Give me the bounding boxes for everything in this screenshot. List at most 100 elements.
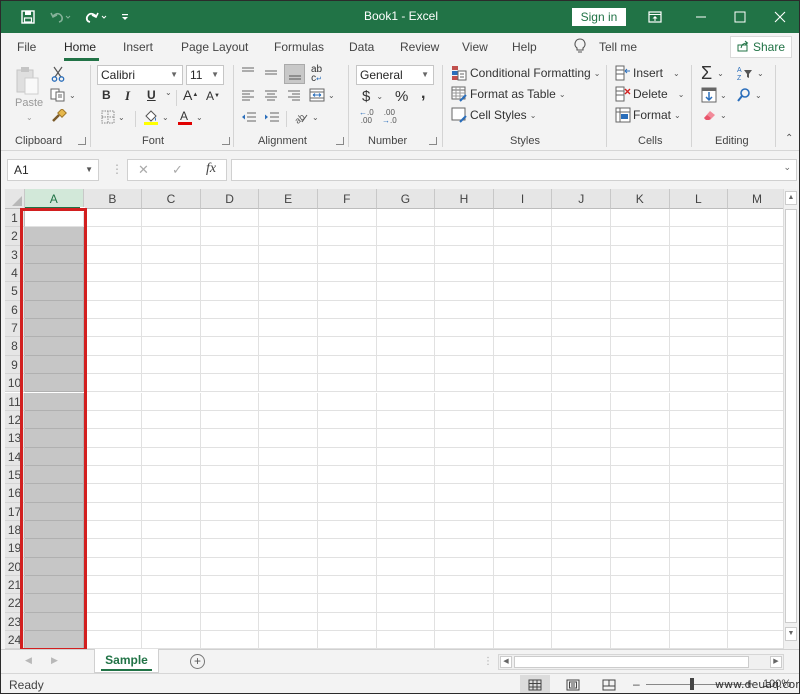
cell-m8[interactable] bbox=[728, 337, 787, 356]
normal-view-button[interactable] bbox=[520, 675, 550, 693]
cell-h21[interactable] bbox=[435, 576, 494, 595]
cell-e12[interactable] bbox=[259, 410, 318, 430]
cell-f23[interactable] bbox=[318, 612, 377, 632]
cell-e15[interactable] bbox=[259, 465, 318, 485]
cell-l6[interactable] bbox=[669, 300, 729, 320]
cell-j17[interactable] bbox=[552, 502, 611, 521]
select-all-button[interactable] bbox=[5, 189, 25, 209]
cell-i16[interactable] bbox=[493, 484, 553, 503]
cell-d14[interactable] bbox=[200, 447, 260, 466]
cell-b10[interactable] bbox=[83, 374, 143, 393]
row-header-14[interactable]: 14 bbox=[5, 447, 25, 466]
cell-m1[interactable] bbox=[728, 209, 787, 228]
cell-c14[interactable] bbox=[142, 447, 201, 466]
cell-m18[interactable] bbox=[728, 520, 787, 540]
cell-f22[interactable] bbox=[318, 594, 377, 613]
cell-b21[interactable] bbox=[83, 576, 143, 595]
column-header-k[interactable]: K bbox=[611, 189, 670, 209]
cell-d5[interactable] bbox=[200, 282, 260, 301]
cell-i1[interactable] bbox=[493, 209, 553, 228]
close-icon[interactable] bbox=[757, 1, 799, 33]
cell-k15[interactable] bbox=[611, 465, 670, 485]
find-select-button[interactable]: ⌄ bbox=[736, 87, 762, 103]
cell-h16[interactable] bbox=[435, 484, 494, 503]
cell-k19[interactable] bbox=[611, 539, 670, 558]
cell-l17[interactable] bbox=[669, 502, 729, 521]
cell-k12[interactable] bbox=[611, 410, 670, 430]
cell-i9[interactable] bbox=[493, 355, 553, 375]
cell-m17[interactable] bbox=[728, 502, 787, 521]
cell-m24[interactable] bbox=[728, 631, 787, 650]
italic-button[interactable]: I bbox=[125, 88, 130, 104]
cell-k4[interactable] bbox=[611, 264, 670, 283]
cell-f10[interactable] bbox=[318, 374, 377, 393]
cell-h12[interactable] bbox=[435, 410, 494, 430]
cell-h13[interactable] bbox=[435, 429, 494, 448]
cell-k16[interactable] bbox=[611, 484, 670, 503]
cell-c23[interactable] bbox=[142, 612, 201, 632]
cell-m9[interactable] bbox=[728, 355, 787, 375]
cell-h4[interactable] bbox=[435, 264, 494, 283]
cell-k14[interactable] bbox=[611, 447, 670, 466]
row-header-22[interactable]: 22 bbox=[5, 594, 25, 613]
cell-g2[interactable] bbox=[376, 227, 436, 246]
column-header-i[interactable]: I bbox=[493, 189, 553, 209]
cell-c5[interactable] bbox=[142, 282, 201, 301]
cell-h18[interactable] bbox=[435, 520, 494, 540]
column-header-m[interactable]: M bbox=[728, 189, 787, 209]
cell-e10[interactable] bbox=[259, 374, 318, 393]
cell-i5[interactable] bbox=[493, 282, 553, 301]
cell-j19[interactable] bbox=[552, 539, 611, 558]
cell-f17[interactable] bbox=[318, 502, 377, 521]
cell-j14[interactable] bbox=[552, 447, 611, 466]
decrease-indent-icon[interactable] bbox=[241, 111, 257, 123]
cell-i21[interactable] bbox=[493, 576, 553, 595]
column-header-a[interactable]: A bbox=[25, 189, 84, 209]
cell-j3[interactable] bbox=[552, 245, 611, 265]
cell-c18[interactable] bbox=[142, 520, 201, 540]
cell-f7[interactable] bbox=[318, 319, 377, 338]
save-icon[interactable] bbox=[19, 8, 37, 26]
cell-l12[interactable] bbox=[669, 410, 729, 430]
cell-e22[interactable] bbox=[259, 594, 318, 613]
increase-indent-icon[interactable] bbox=[264, 111, 280, 123]
cell-a6[interactable] bbox=[25, 300, 84, 320]
cell-g21[interactable] bbox=[376, 576, 436, 595]
cell-c3[interactable] bbox=[142, 245, 201, 265]
cell-b24[interactable] bbox=[83, 631, 143, 650]
alignment-launcher-icon[interactable] bbox=[336, 137, 344, 145]
column-header-g[interactable]: G bbox=[376, 189, 436, 209]
cell-g18[interactable] bbox=[376, 520, 436, 540]
row-header-18[interactable]: 18 bbox=[5, 520, 25, 540]
cell-b4[interactable] bbox=[83, 264, 143, 283]
autosum-button[interactable]: Σ ⌄ bbox=[701, 63, 724, 84]
cell-a7[interactable] bbox=[25, 319, 84, 338]
cell-d1[interactable] bbox=[200, 209, 260, 228]
cell-e2[interactable] bbox=[259, 227, 318, 246]
cell-f8[interactable] bbox=[318, 337, 377, 356]
cell-l21[interactable] bbox=[669, 576, 729, 595]
number-launcher-icon[interactable] bbox=[429, 137, 437, 145]
cell-i20[interactable] bbox=[493, 557, 553, 576]
expand-formula-bar-icon[interactable]: ⌄ bbox=[783, 162, 791, 173]
cell-c20[interactable] bbox=[142, 557, 201, 576]
cell-b9[interactable] bbox=[83, 355, 143, 375]
cell-k9[interactable] bbox=[611, 355, 670, 375]
tab-page-layout[interactable]: Page Layout bbox=[181, 40, 248, 54]
worksheet-grid[interactable]: A B C D E F G H I J K L M 1 2 3 4 5 6 7 8 9 10 11 12 13 14 15 16 17 18… bbox=[5, 189, 797, 650]
tab-help[interactable]: Help bbox=[512, 40, 537, 54]
tab-review[interactable]: Review bbox=[400, 40, 439, 54]
cell-h20[interactable] bbox=[435, 557, 494, 576]
cell-m11[interactable] bbox=[728, 392, 787, 411]
cell-g8[interactable] bbox=[376, 337, 436, 356]
cell-c8[interactable] bbox=[142, 337, 201, 356]
cell-d22[interactable] bbox=[200, 594, 260, 613]
cell-l7[interactable] bbox=[669, 319, 729, 338]
cell-g23[interactable] bbox=[376, 612, 436, 632]
cell-g13[interactable] bbox=[376, 429, 436, 448]
cell-e17[interactable] bbox=[259, 502, 318, 521]
cell-i17[interactable] bbox=[493, 502, 553, 521]
cell-m23[interactable] bbox=[728, 612, 787, 632]
cell-k18[interactable] bbox=[611, 520, 670, 540]
cell-k11[interactable] bbox=[611, 392, 670, 411]
